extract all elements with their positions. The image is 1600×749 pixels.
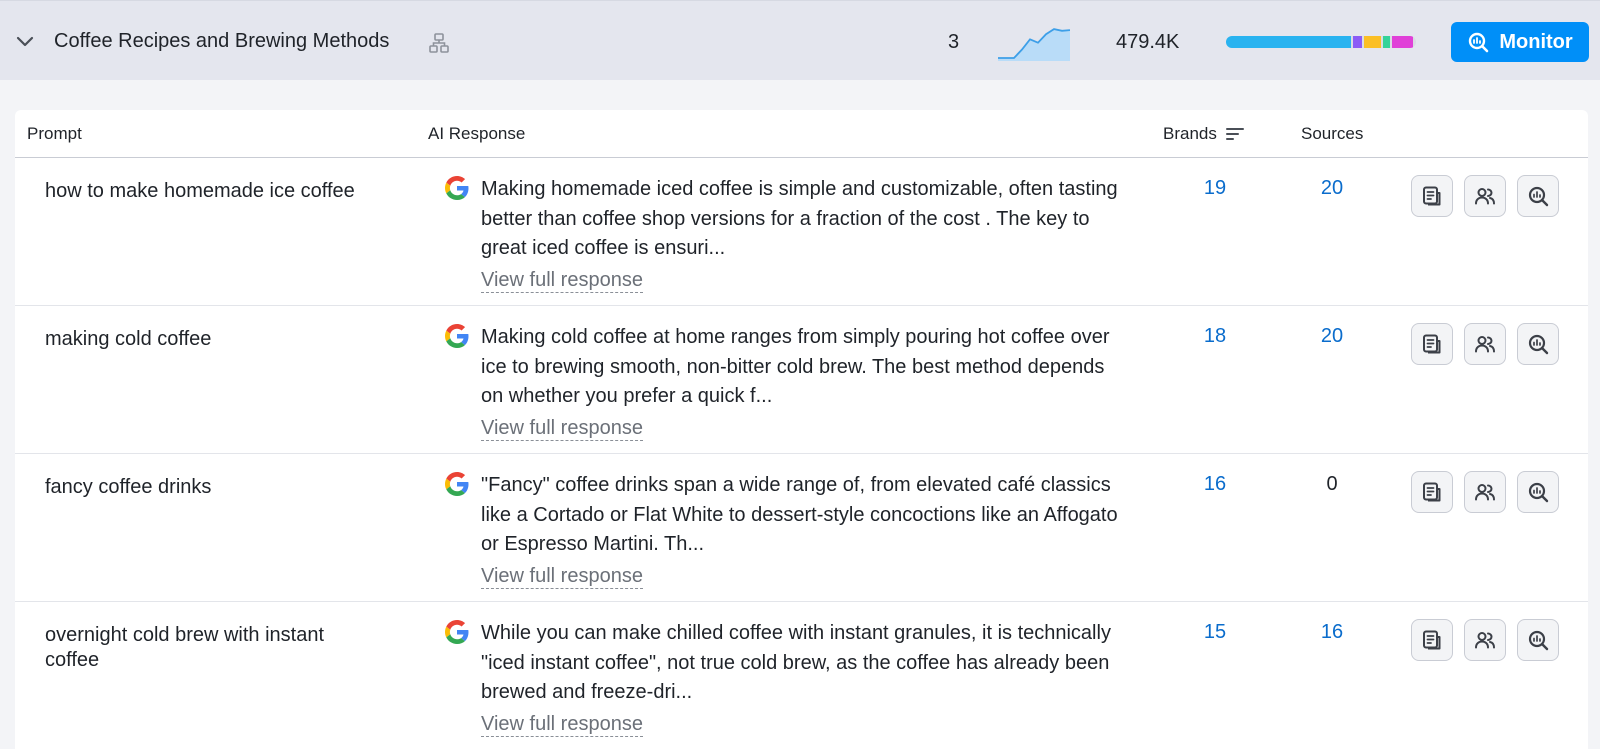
column-header-prompt: Prompt xyxy=(27,124,82,143)
users-icon xyxy=(1475,484,1495,501)
prompts-table: Prompt AI Response Brands Sources how to… xyxy=(15,110,1588,749)
document-icon xyxy=(1423,630,1441,650)
table-row: making cold coffee Making cold coffee at… xyxy=(15,306,1588,454)
users-icon xyxy=(1475,632,1495,649)
monitor-prompt-button[interactable] xyxy=(1517,619,1559,661)
prompt-text: making cold coffee xyxy=(45,328,212,350)
brand-share-bar xyxy=(1226,36,1416,48)
document-icon xyxy=(1423,186,1441,206)
brand-share-segment xyxy=(1226,36,1352,48)
group-header: Coffee Recipes and Brewing Methods 3 479… xyxy=(0,0,1600,80)
ai-response: While you can make chilled coffee with i… xyxy=(481,619,1131,737)
view-brands-button[interactable] xyxy=(1464,471,1506,513)
users-icon xyxy=(1475,336,1495,353)
sources-count[interactable]: 20 xyxy=(1302,176,1362,200)
sources-count: 0 xyxy=(1326,473,1338,495)
table-header: Prompt AI Response Brands Sources xyxy=(15,110,1588,158)
table-row: fancy coffee drinks "Fancy" coffee drink… xyxy=(15,454,1588,602)
view-brands-button[interactable] xyxy=(1464,175,1506,217)
monitor-search-icon xyxy=(1528,334,1549,355)
google-icon xyxy=(445,472,469,496)
view-brands-button[interactable] xyxy=(1464,619,1506,661)
brands-count[interactable]: 15 xyxy=(1185,620,1245,644)
sort-icon[interactable] xyxy=(1225,126,1245,142)
brands-count[interactable]: 19 xyxy=(1185,176,1245,200)
brands-count[interactable]: 16 xyxy=(1185,472,1245,496)
ai-response: "Fancy" coffee drinks span a wide range … xyxy=(481,471,1131,589)
brand-share-segment xyxy=(1363,36,1382,48)
hierarchy-icon xyxy=(429,33,449,53)
users-icon xyxy=(1475,188,1495,205)
brand-share-segment xyxy=(1383,36,1390,48)
ai-response: Making cold coffee at home ranges from s… xyxy=(481,323,1131,441)
trend-sparkline xyxy=(998,28,1070,61)
ai-response-text: "Fancy" coffee drinks span a wide range … xyxy=(481,474,1118,555)
ai-response-text: Making cold coffee at home ranges from s… xyxy=(481,326,1110,407)
view-full-response-link[interactable]: View full response xyxy=(481,416,643,441)
monitor-button[interactable]: Monitor xyxy=(1451,22,1589,62)
view-document-button[interactable] xyxy=(1411,323,1453,365)
prompt-text: how to make homemade ice coffee xyxy=(45,180,355,202)
monitor-search-icon xyxy=(1528,630,1549,651)
brand-share-segment xyxy=(1391,36,1413,48)
view-full-response-link[interactable]: View full response xyxy=(481,268,643,293)
google-icon xyxy=(445,324,469,348)
column-header-brands[interactable]: Brands xyxy=(1163,124,1245,144)
trend-area xyxy=(998,29,1070,61)
ai-response: Making homemade iced coffee is simple an… xyxy=(481,175,1131,293)
view-full-response-link[interactable]: View full response xyxy=(481,712,643,737)
sources-count[interactable]: 20 xyxy=(1302,324,1362,348)
monitor-button-label: Monitor xyxy=(1499,30,1573,53)
google-icon xyxy=(445,620,469,644)
monitor-search-icon xyxy=(1528,482,1549,503)
table-row: how to make homemade ice coffee Making h… xyxy=(15,158,1588,306)
search-volume: 479.4K xyxy=(1116,31,1180,53)
sources-count[interactable]: 16 xyxy=(1302,620,1362,644)
google-icon xyxy=(445,176,469,200)
monitor-search-icon xyxy=(1528,186,1549,207)
document-icon xyxy=(1423,482,1441,502)
prompt-text: fancy coffee drinks xyxy=(45,476,212,498)
view-document-button[interactable] xyxy=(1411,175,1453,217)
column-header-ai-response: AI Response xyxy=(428,124,526,143)
view-full-response-link[interactable]: View full response xyxy=(481,564,643,589)
monitor-prompt-button[interactable] xyxy=(1517,175,1559,217)
ai-response-text: Making homemade iced coffee is simple an… xyxy=(481,178,1118,259)
monitor-search-icon xyxy=(1469,32,1489,53)
monitor-prompt-button[interactable] xyxy=(1517,471,1559,513)
table-row: overnight cold brew with instant coffee … xyxy=(15,602,1588,749)
ai-response-text: While you can make chilled coffee with i… xyxy=(481,622,1111,703)
group-title: Coffee Recipes and Brewing Methods xyxy=(54,30,390,52)
brands-count[interactable]: 18 xyxy=(1185,324,1245,348)
view-brands-button[interactable] xyxy=(1464,323,1506,365)
prompt-count: 3 xyxy=(948,31,960,53)
prompt-text: overnight cold brew with instant coffee xyxy=(45,624,325,671)
column-header-brands-label: Brands xyxy=(1163,124,1217,143)
column-header-sources: Sources xyxy=(1301,124,1364,143)
view-document-button[interactable] xyxy=(1411,471,1453,513)
brand-share-segment xyxy=(1353,36,1362,48)
document-icon xyxy=(1423,334,1441,354)
view-document-button[interactable] xyxy=(1411,619,1453,661)
chevron-down-icon[interactable] xyxy=(14,33,36,51)
monitor-prompt-button[interactable] xyxy=(1517,323,1559,365)
